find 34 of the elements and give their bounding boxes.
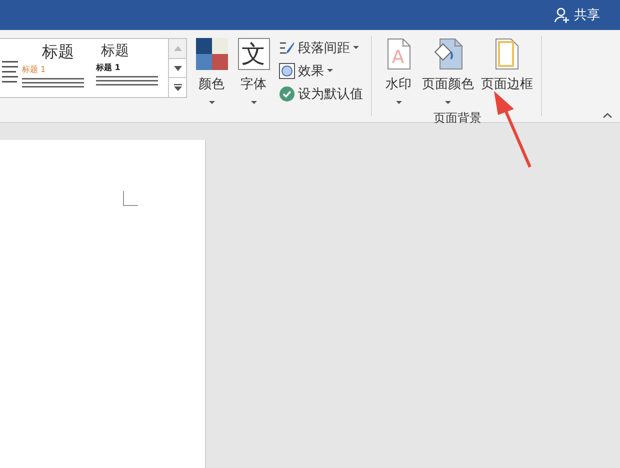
style-preview[interactable]: 标题 标题 1 [20,39,94,97]
margin-corner-mark [123,191,138,206]
ribbon-button[interactable]: 设为默认值 [279,84,363,103]
effects-icon [279,62,295,78]
ribbon-button[interactable]: 页面颜色 [422,38,474,104]
collapse-ribbon-button[interactable] [603,113,612,118]
paragraph-spacing-icon [279,40,295,56]
add-person-icon [554,7,570,23]
check-circle-icon [279,86,295,102]
style-heading: 标题 1 [22,64,47,75]
font-icon: 文 [238,38,270,70]
page-border-icon [495,38,519,70]
group-label: 页面背景 [434,110,482,127]
share-button[interactable]: 共享 [554,6,600,24]
ribbon-button[interactable]: 颜色 [195,38,228,104]
watermark-icon: A [386,38,410,70]
up-arrow-icon [174,46,182,51]
ribbon-button[interactable]: 段落间距 [279,38,363,57]
color-swatch-icon [196,38,228,70]
expand-icon [174,84,182,92]
chevron-up-icon [603,113,612,118]
style-title: 标题 [100,42,130,60]
ribbon-button[interactable]: 效果 [279,61,363,80]
style-preview[interactable]: 标题 标题 1 [94,39,168,97]
ribbon-button[interactable]: A 水印 [382,38,415,104]
ribbon-button[interactable]: 页面边框 [481,38,533,104]
ribbon-button[interactable]: 文 字体 [237,38,270,104]
text-lines-drawing [2,61,18,83]
text-lines-drawing [96,75,158,87]
page-color-icon [433,38,463,70]
style-heading: 标题 1 [96,62,122,73]
down-arrow-icon [174,66,182,70]
text-lines-drawing [22,77,84,89]
style-title: 标题 [41,42,75,62]
